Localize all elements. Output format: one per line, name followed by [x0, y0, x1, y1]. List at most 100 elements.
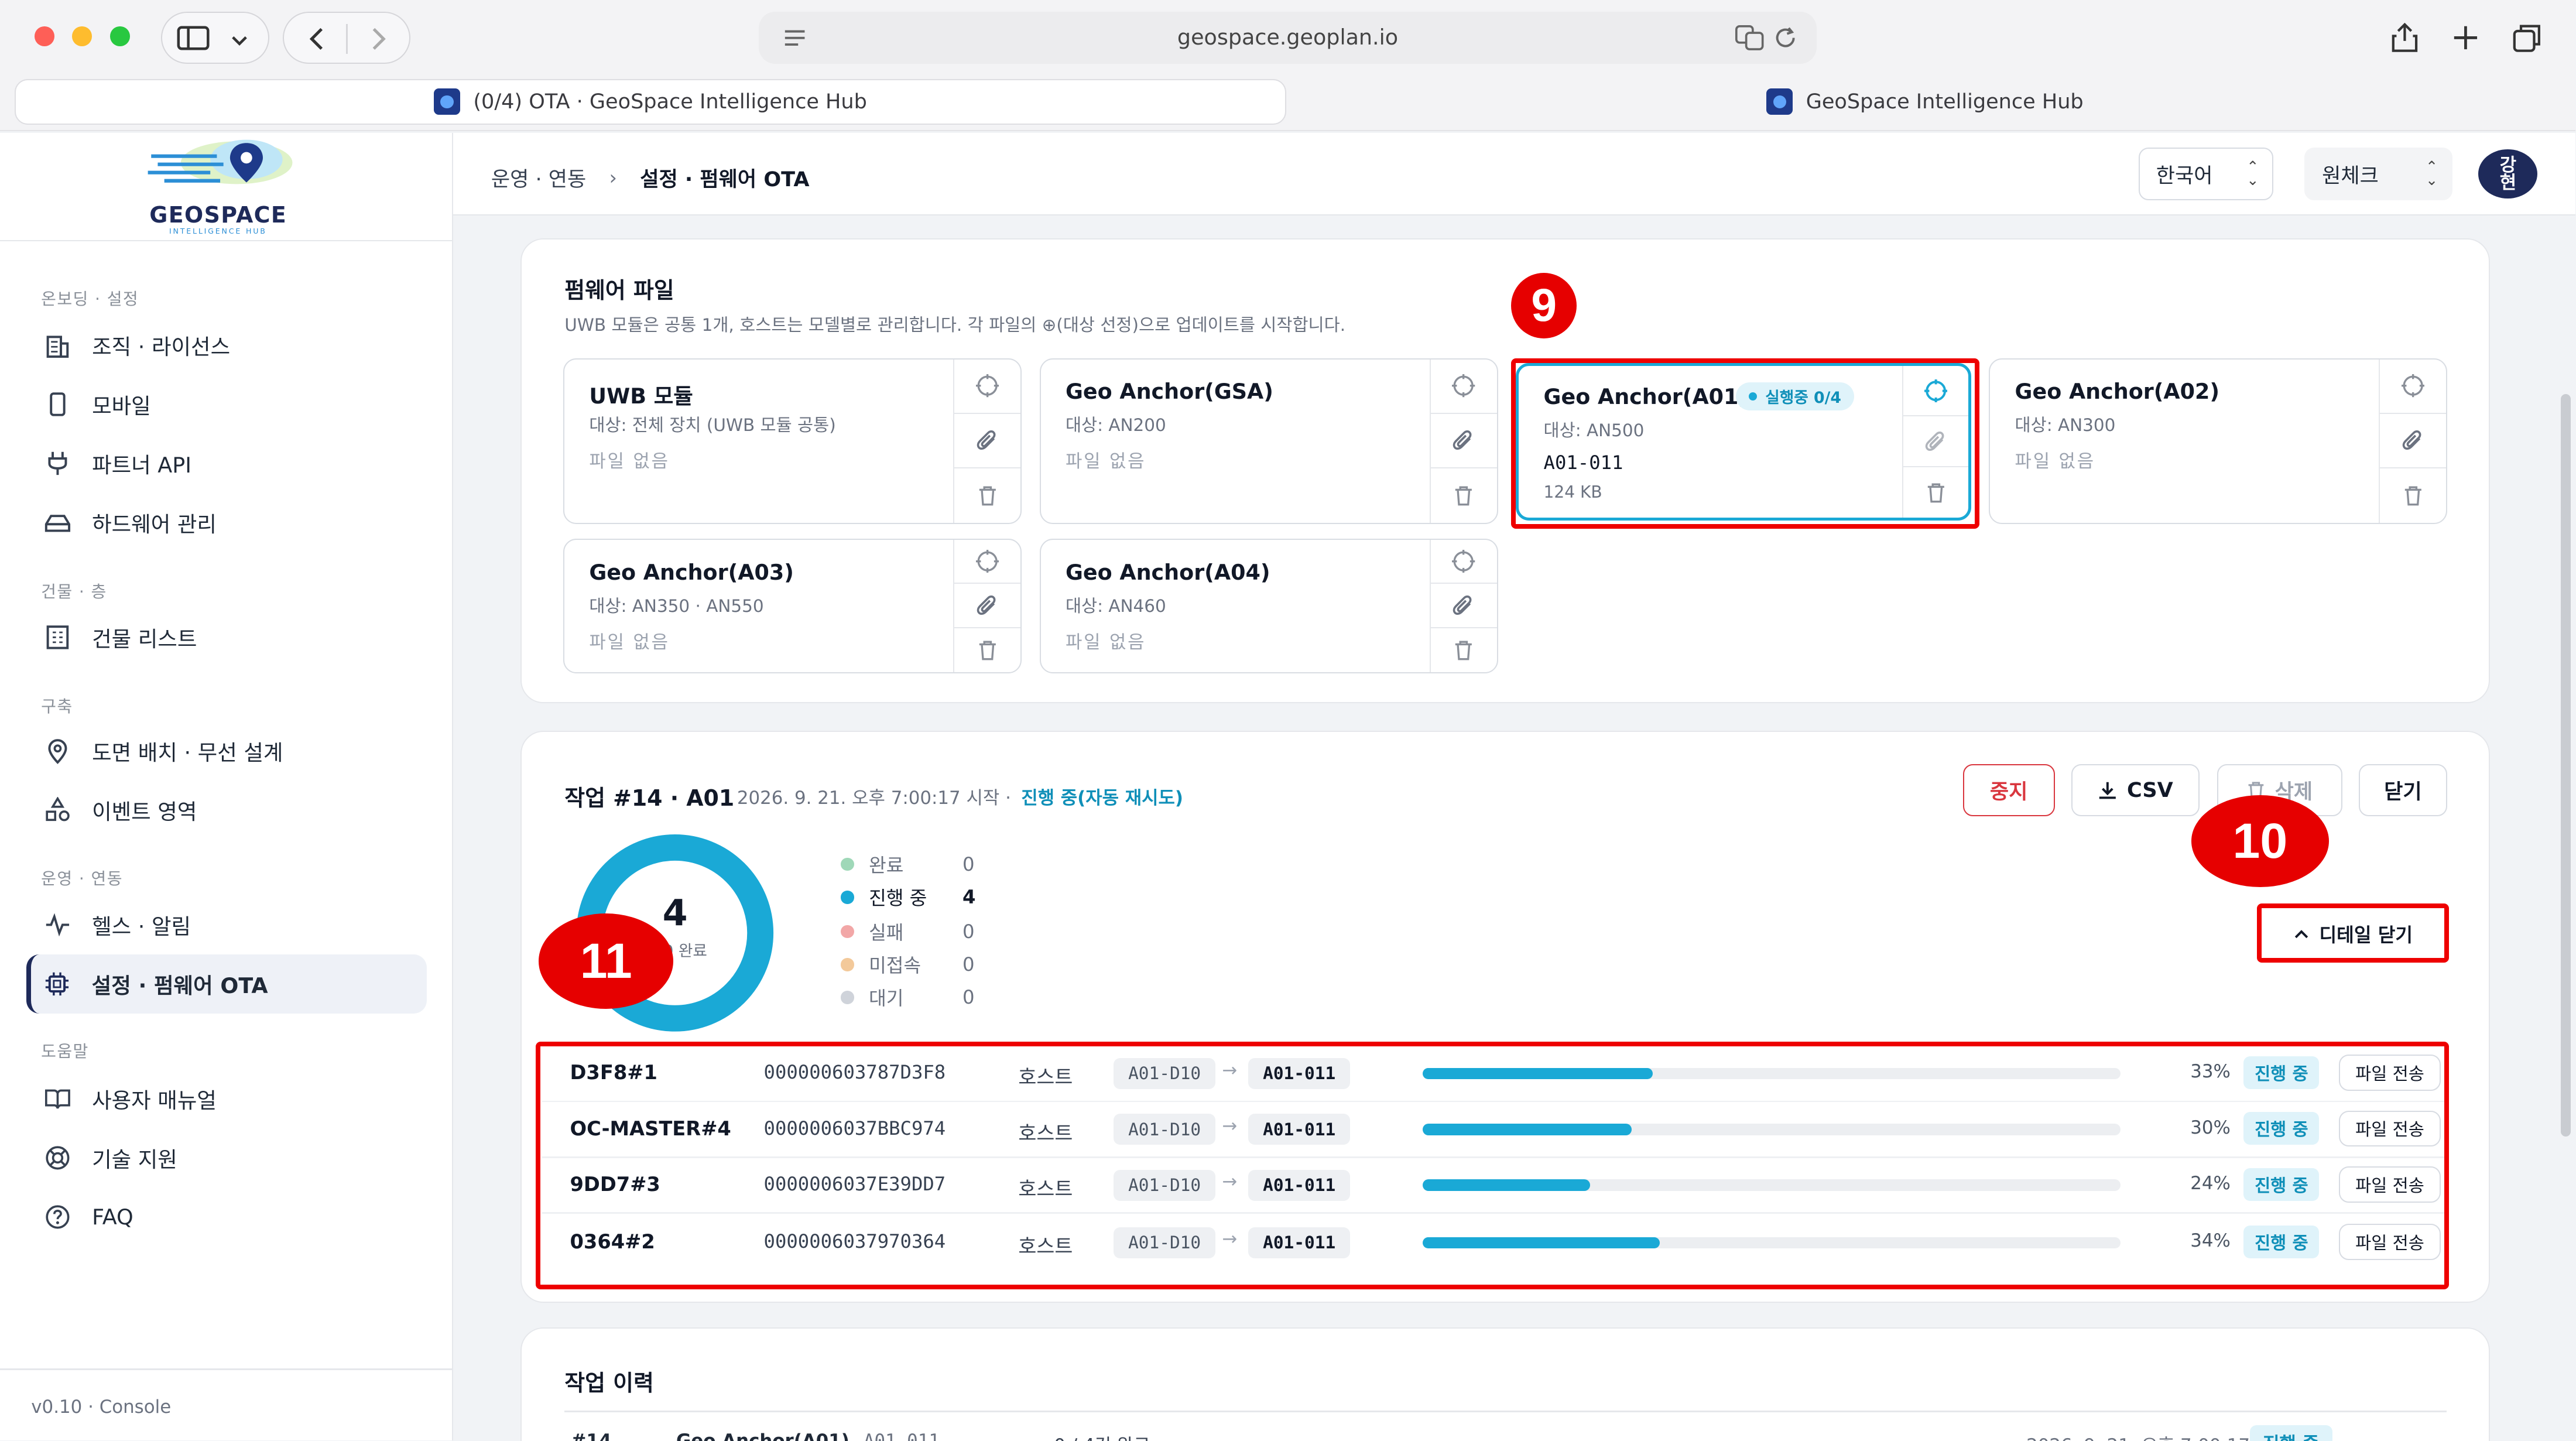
sidebar-item-mobile[interactable]: 모바일 — [26, 375, 427, 434]
browser-tab-ota[interactable]: (0/4) OTA · GeoSpace Intelligence Hub — [15, 78, 1286, 125]
target-select-icon[interactable] — [1430, 540, 1497, 584]
highlight-box-file — [1511, 358, 1979, 529]
history-title: 작업 이력 — [564, 1370, 654, 1396]
sidebar-item-hardware[interactable]: 하드웨어 관리 — [26, 493, 427, 552]
scrollbar-thumb[interactable] — [2560, 394, 2571, 1137]
sidebar-toggle-button[interactable] — [160, 11, 270, 64]
attach-icon[interactable] — [1430, 584, 1497, 628]
history-time: 2026. 9. 21. 오후 7:00:17 — [2026, 1430, 2250, 1441]
version-label: v0.10 · Console — [31, 1396, 172, 1418]
top-header: 운영 · 연동 › 설정 · 펌웨어 OTA 한국어 ⌃ ⌄ 원체크 ⌃ ⌄ 강현 — [453, 133, 2576, 215]
file-target: 대상: AN200 — [1065, 415, 1166, 436]
trash-icon[interactable] — [1431, 628, 1497, 672]
trash-icon[interactable] — [954, 468, 1020, 523]
language-select[interactable]: 한국어 ⌃ ⌄ — [2138, 148, 2273, 201]
stop-button[interactable]: 중지 — [1962, 764, 2055, 817]
callout-badge: 11 — [539, 913, 674, 1009]
zoom-window-button[interactable] — [109, 26, 130, 46]
favicon-icon — [1766, 88, 1793, 115]
history-card: 작업 이력 #14 Geo Anchor(A01) A01-011 0 / 4건… — [520, 1327, 2491, 1441]
file-empty: 파일 없음 — [2015, 451, 2095, 473]
sidebar-item-firmware-ota[interactable]: 설정 · 펌웨어 OTA — [26, 954, 427, 1014]
sidebar-item-support[interactable]: 기술 지원 — [26, 1128, 427, 1187]
sidebar-item-label: 도면 배치 · 무선 설계 — [92, 740, 283, 765]
new-tab-icon[interactable] — [2452, 25, 2479, 51]
sidebar-item-partner-api[interactable]: 파트너 API — [26, 434, 427, 493]
legend-in-progress: 진행 중4 — [841, 884, 988, 911]
highlight-box-detail — [2256, 903, 2449, 963]
file-target: 대상: AN350 · AN550 — [589, 595, 764, 616]
close-label: 닫기 — [2384, 779, 2422, 804]
attach-icon[interactable] — [2380, 414, 2447, 468]
minimize-window-button[interactable] — [72, 26, 93, 46]
csv-label: CSV — [2127, 778, 2173, 802]
select-arrows-icon: ⌃ ⌄ — [2246, 158, 2259, 189]
url-text: geospace.geoplan.io — [1177, 25, 1399, 50]
target-select-icon[interactable] — [2380, 360, 2447, 414]
file-target: 대상: 전체 장치 (UWB 모듈 공통) — [589, 415, 836, 436]
csv-button[interactable]: CSV — [2071, 764, 2200, 817]
mobile-icon — [43, 389, 72, 419]
firmware-title: 펌웨어 파일 — [564, 277, 674, 303]
target-select-icon[interactable] — [954, 540, 1021, 584]
logo[interactable]: GEOSPACE INTELLIGENCE HUB — [0, 133, 454, 242]
tab-title: (0/4) OTA · GeoSpace Intelligence Hub — [473, 90, 867, 114]
sidebar-item-floorplan[interactable]: 도면 배치 · 무선 설계 — [26, 721, 427, 781]
download-icon — [2099, 782, 2116, 799]
site-select[interactable]: 원체크 ⌃ ⌄ — [2304, 148, 2452, 201]
logo-subtext: INTELLIGENCE HUB — [169, 227, 267, 236]
sidebar-item-faq[interactable]: FAQ — [26, 1187, 427, 1247]
sidebar-item-building-list[interactable]: 건물 리스트 — [26, 608, 427, 667]
target-select-icon[interactable] — [1430, 360, 1497, 414]
firmware-file-card: Geo Anchor(GSA) 대상: AN200 파일 없음 — [1039, 358, 1498, 524]
reload-icon[interactable] — [1774, 26, 1797, 49]
plug-icon — [43, 449, 72, 478]
forward-icon[interactable] — [369, 26, 389, 52]
sidebar-item-event-area[interactable]: 이벤트 영역 — [26, 781, 427, 840]
callout-badge: 10 — [2191, 795, 2330, 887]
address-bar[interactable]: geospace.geoplan.io — [759, 11, 1817, 64]
tab-title: GeoSpace Intelligence Hub — [1806, 90, 2084, 114]
breadcrumb-chevron-icon: › — [609, 166, 617, 189]
target-select-icon[interactable] — [954, 360, 1021, 414]
file-name: Geo Anchor(A02) — [2015, 379, 2220, 405]
section-build: 구축 — [41, 696, 73, 716]
tab-overview-icon[interactable] — [2513, 23, 2542, 53]
share-icon[interactable] — [2392, 23, 2418, 53]
sidebar-item-health[interactable]: 헬스 · 알림 — [26, 895, 427, 954]
avatar[interactable]: 강현 — [2478, 149, 2538, 199]
legend-dot-icon — [841, 925, 854, 939]
sidebar-item-org-license[interactable]: 조직 · 라이선스 — [26, 316, 427, 375]
translate-icon[interactable] — [1735, 25, 1764, 51]
stop-label: 중지 — [1989, 779, 2028, 804]
sidebar-item-label: 헬스 · 알림 — [92, 913, 191, 939]
callout-badge: 9 — [1511, 272, 1577, 338]
pulse-icon — [43, 910, 72, 939]
browser-tab-hub[interactable]: GeoSpace Intelligence Hub — [1289, 79, 2560, 125]
donut-value: 4 — [662, 892, 688, 935]
sidebar-item-label: 파트너 API — [92, 452, 192, 478]
trash-icon[interactable] — [2380, 468, 2446, 523]
sidebar-item-label: 기술 지원 — [92, 1147, 177, 1173]
scrollbar[interactable] — [2556, 217, 2575, 1440]
file-target: 대상: AN300 — [2015, 415, 2116, 436]
trash-icon[interactable] — [1431, 468, 1497, 523]
history-row[interactable]: #14 Geo Anchor(A01) A01-011 0 / 4건 완료 20… — [564, 1425, 2447, 1441]
breadcrumb-current: 설정 · 펌웨어 OTA — [640, 167, 810, 191]
attach-icon[interactable] — [954, 584, 1021, 628]
breadcrumb-item[interactable]: 운영 · 연동 — [491, 163, 586, 193]
close-window-button[interactable] — [34, 26, 54, 46]
file-name: Geo Anchor(A04) — [1065, 559, 1270, 585]
trash-icon[interactable] — [954, 628, 1020, 672]
attach-icon[interactable] — [954, 414, 1021, 468]
history-count: 0 / 4건 완료 — [1054, 1430, 1150, 1441]
sidebar-item-label: 조직 · 라이선스 — [92, 334, 231, 360]
back-icon[interactable] — [307, 26, 327, 52]
sidebar-item-manual[interactable]: 사용자 매뉴얼 — [26, 1069, 427, 1128]
close-job-button[interactable]: 닫기 — [2358, 764, 2448, 817]
shapes-icon — [43, 795, 72, 824]
history-status-badge: 진행 중 — [2249, 1425, 2332, 1441]
browser-toolbar: geospace.geoplan.io — [0, 0, 2576, 76]
legend-dot-icon — [841, 891, 854, 904]
attach-icon[interactable] — [1430, 414, 1497, 468]
